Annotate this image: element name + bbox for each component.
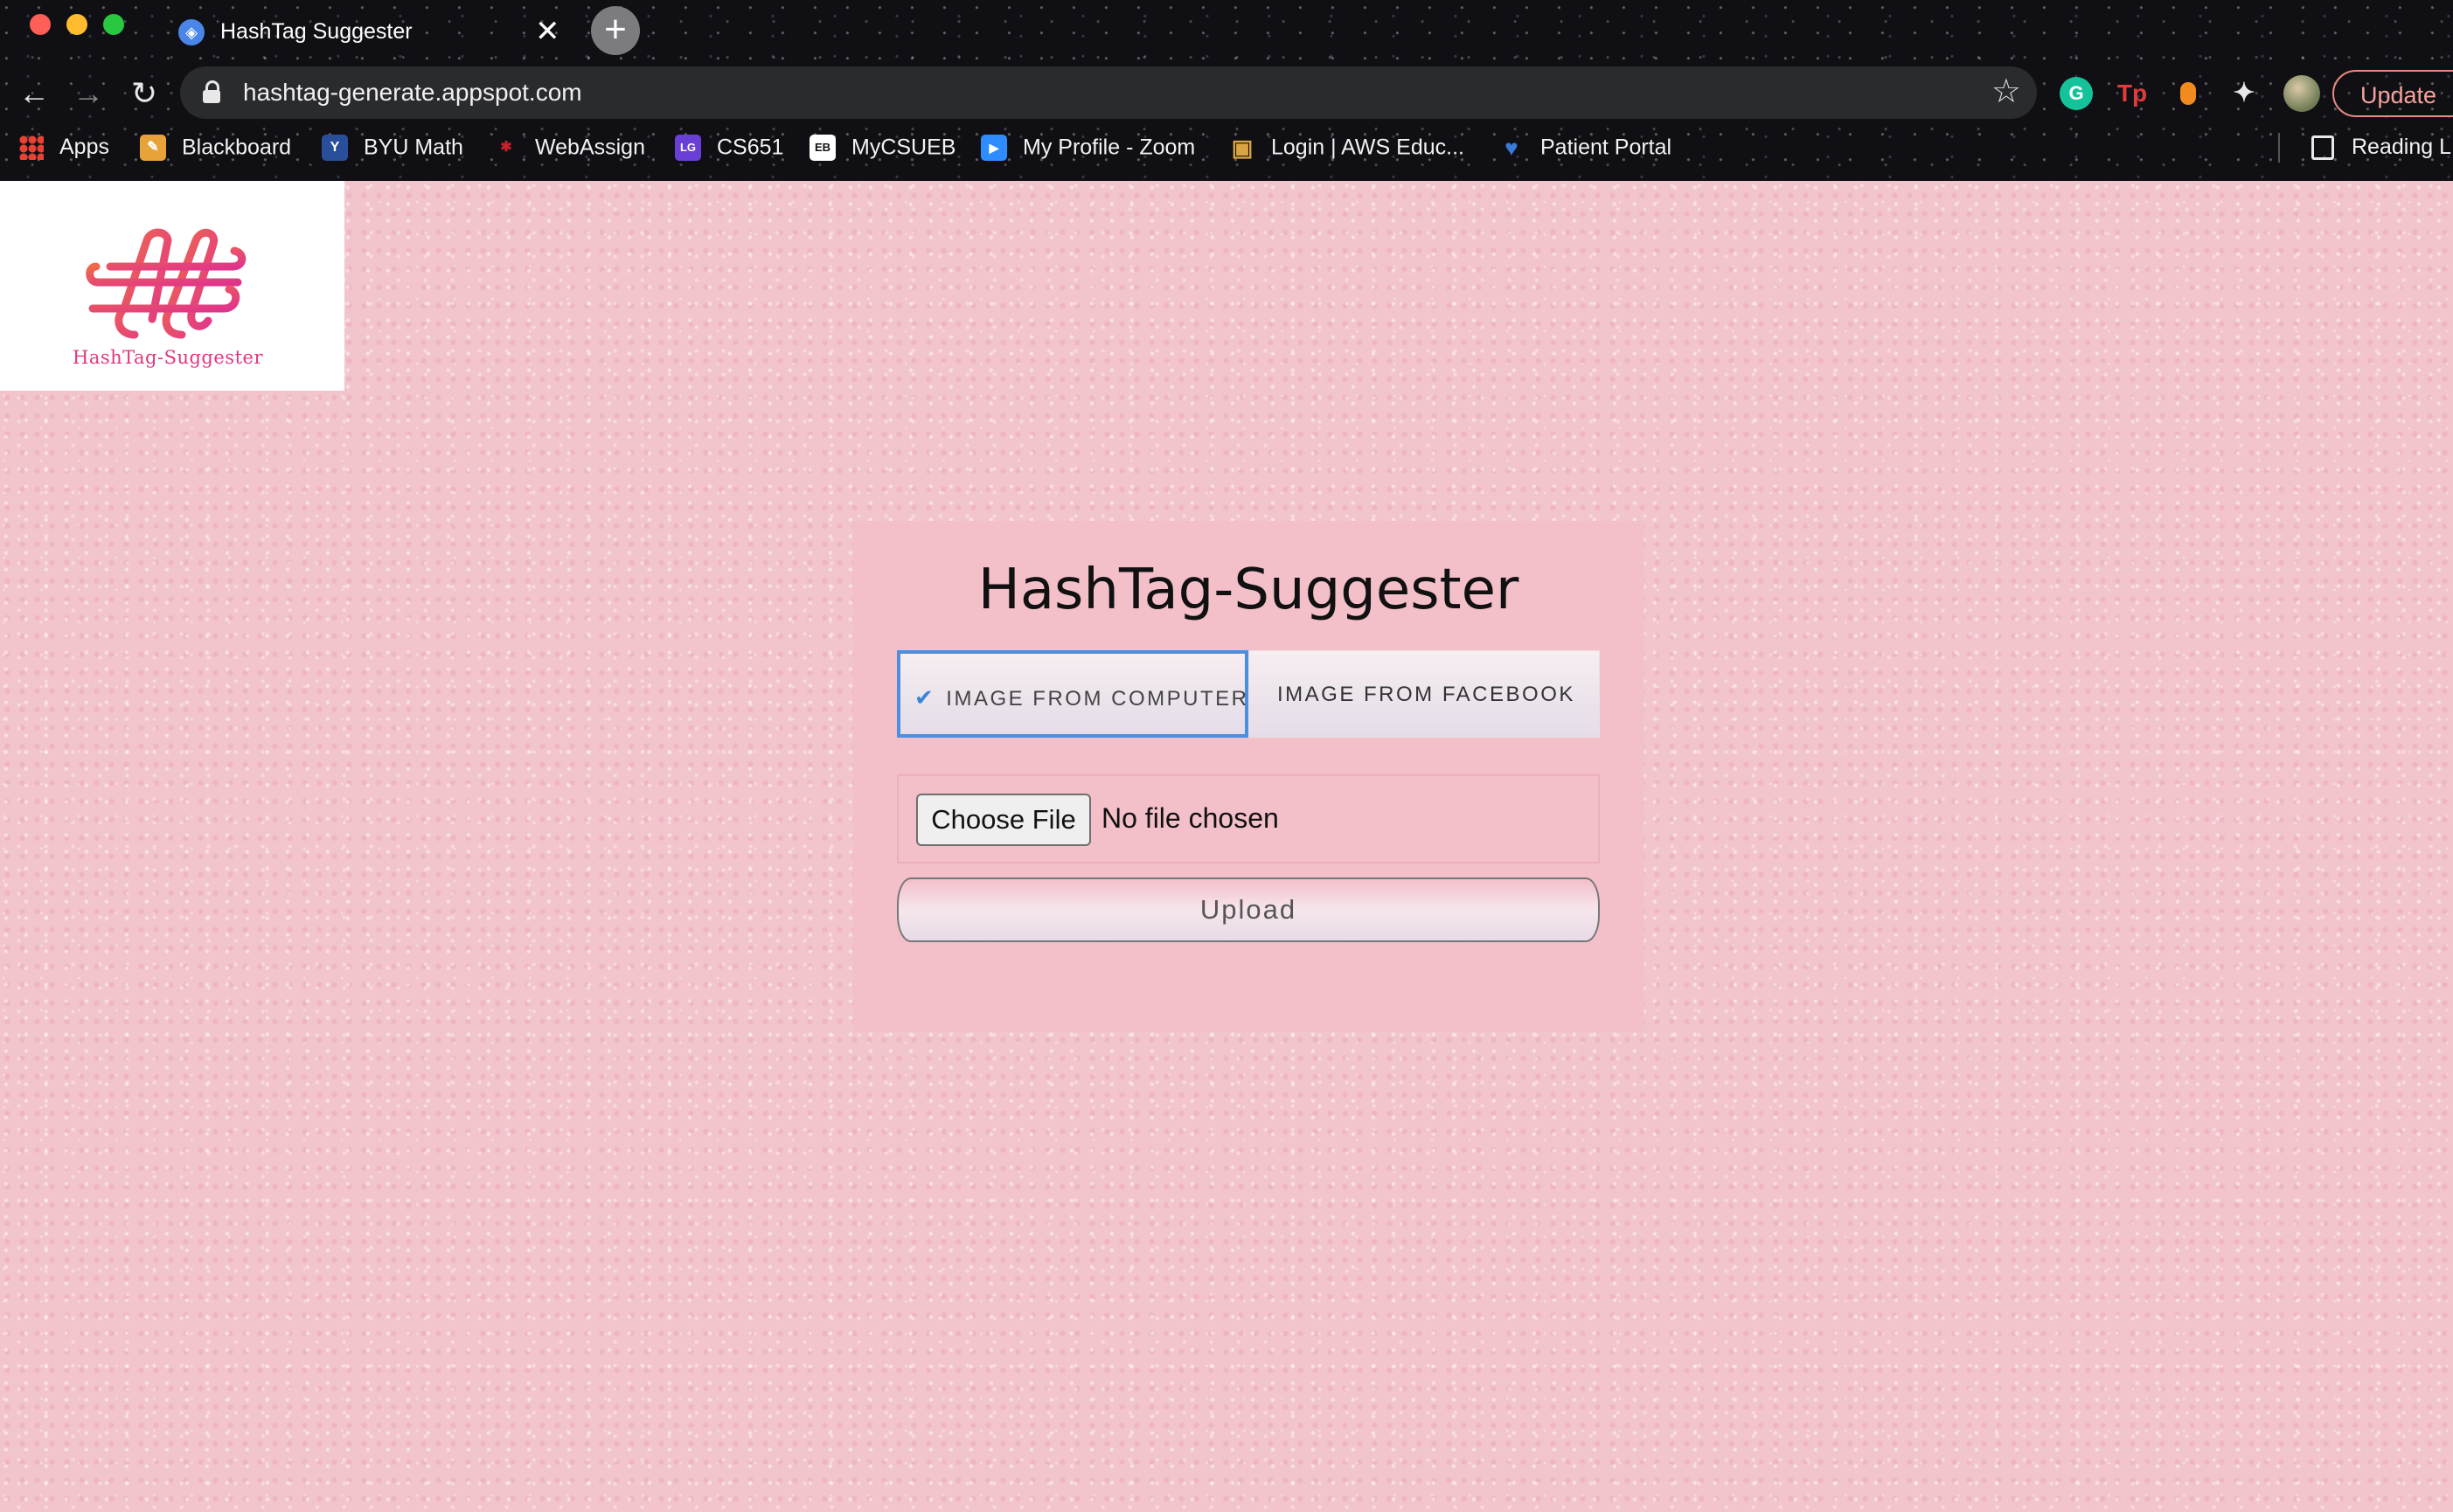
file-status-text: No file chosen bbox=[1101, 802, 1279, 834]
close-tab-icon[interactable]: ✕ bbox=[535, 14, 560, 49]
browser-tab[interactable]: ◈ HashTag Suggester ✕ bbox=[163, 5, 573, 59]
grammarly-extension-icon[interactable]: G bbox=[2060, 77, 2093, 110]
page-title: HashTag-Suggester bbox=[977, 558, 1519, 622]
tab-label: IMAGE FROM FACEBOOK bbox=[1277, 683, 1575, 706]
bookmarks-divider bbox=[2278, 133, 2280, 163]
bookmark-label: MyCSUEB bbox=[851, 135, 956, 160]
checkmark-icon: ✔ bbox=[914, 684, 936, 711]
update-button[interactable]: Update bbox=[2332, 70, 2453, 117]
bookmark-patient-portal[interactable]: ♥ Patient Portal bbox=[1498, 135, 1671, 163]
minimize-window-button[interactable] bbox=[66, 14, 87, 35]
tab-image-from-facebook[interactable]: IMAGE FROM FACEBOOK bbox=[1248, 650, 1600, 738]
new-tab-button[interactable]: + bbox=[591, 6, 640, 55]
bookmark-zoom[interactable]: ▶ My Profile - Zoom bbox=[981, 135, 1195, 163]
honey-extension-icon[interactable] bbox=[2172, 77, 2205, 110]
bookmark-label: BYU Math bbox=[364, 135, 463, 160]
upload-button[interactable]: Upload bbox=[897, 877, 1600, 942]
apps-grid-icon bbox=[19, 135, 44, 160]
tab-image-from-computer[interactable]: ✔ IMAGE FROM COMPUTER bbox=[897, 650, 1248, 738]
zoom-camera-icon: ▶ bbox=[981, 135, 1007, 161]
bookmark-label: My Profile - Zoom bbox=[1023, 135, 1196, 160]
close-window-button[interactable] bbox=[30, 14, 51, 35]
aws-box-icon: ▣ bbox=[1231, 135, 1254, 161]
bookmark-mycsueb[interactable]: EB MyCSUEB bbox=[810, 135, 955, 163]
hashtag-logo-icon bbox=[86, 228, 247, 339]
logo-text: HashTag-Suggester bbox=[73, 347, 263, 368]
bookmark-star-icon[interactable]: ☆ bbox=[1991, 72, 2021, 111]
reading-list[interactable]: Reading L bbox=[2311, 135, 2451, 163]
reload-icon[interactable]: ↻ bbox=[122, 72, 166, 115]
bookmark-byu-math[interactable]: Y BYU Math bbox=[322, 135, 463, 163]
maximize-window-button[interactable] bbox=[103, 14, 124, 35]
bookmark-cs651[interactable]: LG CS651 bbox=[675, 135, 783, 163]
tab-title: HashTag Suggester bbox=[220, 19, 413, 44]
compass-icon: ◈ bbox=[178, 19, 205, 45]
tab-label: IMAGE FROM COMPUTER bbox=[946, 687, 1249, 711]
reading-list-icon bbox=[2311, 135, 2334, 160]
tab-strip: ◈ HashTag Suggester ✕ + bbox=[0, 0, 2453, 63]
browser-chrome: ◈ HashTag Suggester ✕ + ← → ↻ hashtag-ge… bbox=[0, 0, 2453, 181]
bookmark-label: Login | AWS Educ... bbox=[1271, 135, 1464, 160]
address-url[interactable]: hashtag-generate.appspot.com bbox=[243, 79, 582, 107]
bookmark-aws-educate[interactable]: ▣ Login | AWS Educ... bbox=[1229, 135, 1464, 163]
webassign-icon: ✱ bbox=[500, 140, 512, 155]
bookmark-label: CS651 bbox=[717, 135, 784, 160]
bookmark-blackboard[interactable]: ✎ Blackboard bbox=[140, 135, 291, 163]
file-input: Choose File No file chosen bbox=[897, 774, 1600, 864]
bookmark-label: Patient Portal bbox=[1540, 135, 1672, 160]
browser-toolbar: ← → ↻ hashtag-generate.appspot.com ☆ G T… bbox=[0, 63, 2453, 124]
forward-icon[interactable]: → bbox=[66, 72, 110, 115]
page-content: HashTag-Suggester HashTag-Suggester ✔ IMA… bbox=[0, 181, 2453, 1512]
profile-avatar[interactable] bbox=[2283, 75, 2320, 112]
mycsueb-icon: EB bbox=[810, 135, 836, 161]
back-icon[interactable]: ← bbox=[12, 72, 56, 115]
blackboard-icon: ✎ bbox=[140, 135, 166, 161]
cs651-icon: LG bbox=[675, 135, 701, 161]
tp-extension-icon[interactable]: Tp bbox=[2116, 77, 2149, 110]
bookmark-webassign[interactable]: ✱ WebAssign bbox=[493, 135, 645, 163]
source-tabs: ✔ IMAGE FROM COMPUTER IMAGE FROM FACEBOOK bbox=[897, 650, 1600, 738]
upload-panel: HashTag-Suggester ✔ IMAGE FROM COMPUTER I… bbox=[853, 521, 1643, 1031]
bookmark-label: WebAssign bbox=[535, 135, 645, 160]
site-logo[interactable]: HashTag-Suggester bbox=[0, 181, 344, 391]
choose-file-button[interactable]: Choose File bbox=[916, 794, 1091, 846]
extensions-puzzle-icon[interactable]: ✦ bbox=[2227, 77, 2261, 110]
bookmark-label: Apps bbox=[59, 135, 109, 159]
bookmark-label: Reading L bbox=[2352, 135, 2451, 159]
bookmark-label: Blackboard bbox=[182, 135, 292, 160]
byu-icon: Y bbox=[322, 135, 348, 161]
heart-icon: ♥ bbox=[1504, 135, 1518, 161]
lock-icon[interactable] bbox=[203, 80, 220, 103]
bookmark-apps[interactable]: Apps bbox=[19, 135, 109, 163]
address-bar[interactable]: hashtag-generate.appspot.com ☆ bbox=[180, 66, 2037, 119]
bookmarks-bar: Apps ✎ Blackboard Y BYU Math ✱ WebAssign LG… bbox=[0, 124, 2453, 171]
